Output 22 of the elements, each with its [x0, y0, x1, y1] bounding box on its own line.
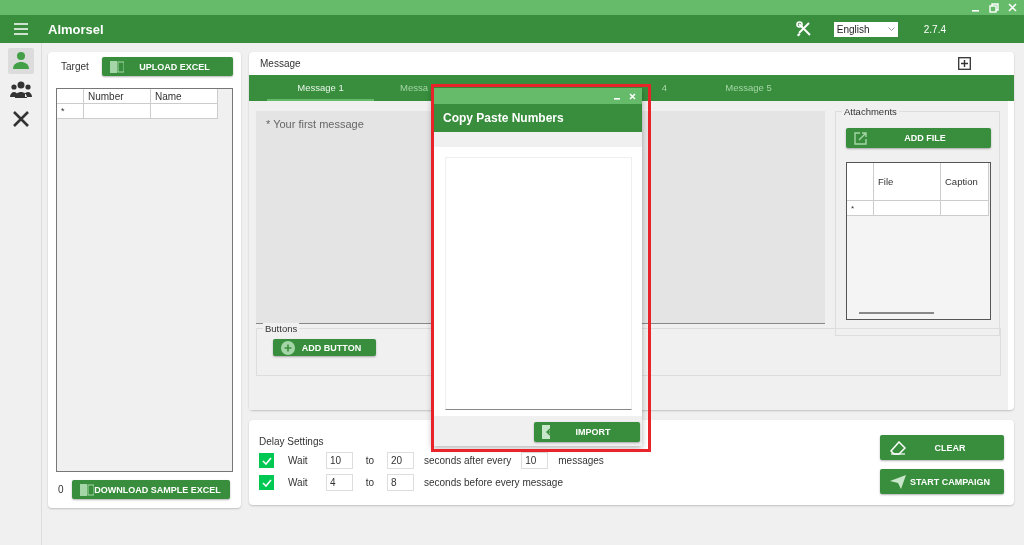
version-label: 2.7.4	[923, 23, 946, 35]
new-row-marker: *	[57, 104, 84, 119]
wait-label: Wait	[288, 477, 309, 488]
unit-label: messages	[558, 455, 604, 466]
target-label: Target	[61, 61, 89, 72]
column-header: File	[874, 163, 941, 201]
new-row-marker: *	[847, 201, 874, 216]
delay-settings-label: Delay Settings	[259, 436, 324, 447]
row-count: 0	[58, 484, 64, 495]
to-label: to	[364, 455, 376, 466]
wait-label: Wait	[288, 455, 309, 466]
delay-description: seconds after every	[424, 455, 512, 466]
column-header: Number	[84, 89, 151, 104]
to-label: to	[364, 477, 376, 488]
attachments-label: Attachments	[842, 106, 899, 117]
column-header: Name	[151, 89, 218, 104]
message-label: Message	[260, 58, 301, 69]
column-header: Caption	[941, 163, 989, 201]
dialog-title: Copy Paste Numbers	[432, 104, 642, 132]
app-title: Almorsel	[48, 21, 104, 37]
buttons-label: Buttons	[263, 323, 300, 334]
delay-description: seconds before every message	[424, 477, 563, 488]
